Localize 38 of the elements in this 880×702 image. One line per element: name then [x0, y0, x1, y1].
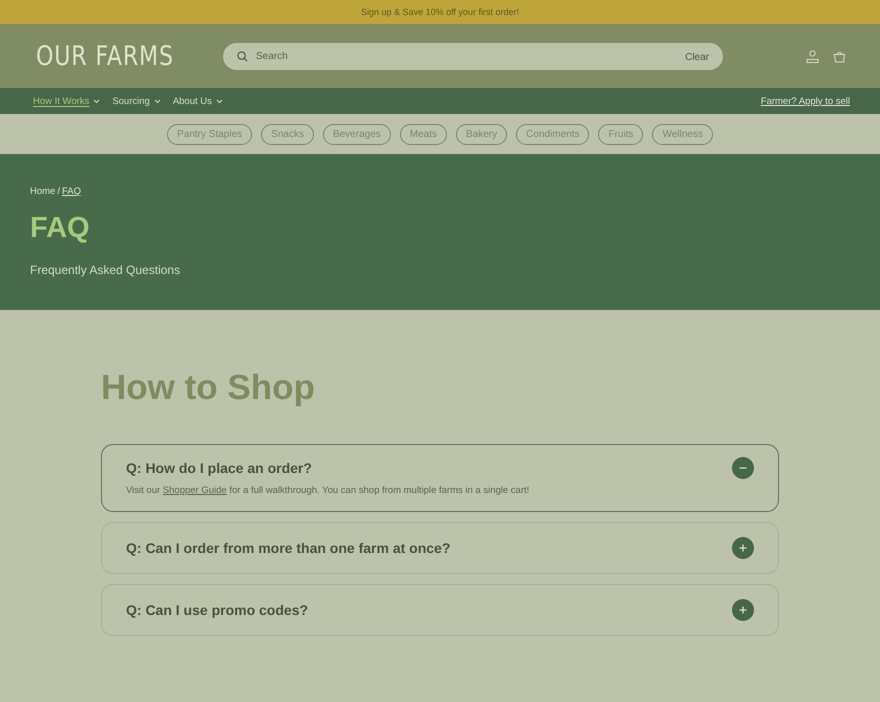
shopper-guide-link[interactable]: Shopper Guide [162, 485, 227, 496]
category-chip[interactable]: Bakery [456, 124, 508, 144]
farmer-apply-link[interactable]: Farmer? Apply to sell [760, 96, 850, 106]
page-title: FAQ [30, 212, 91, 245]
category-chip[interactable]: Wellness [652, 124, 713, 144]
expand-button[interactable] [732, 537, 754, 559]
category-chip[interactable]: Pantry Staples [167, 124, 252, 144]
category-chip[interactable]: Condiments [516, 124, 590, 144]
category-chip[interactable]: Beverages [322, 124, 391, 144]
expand-button[interactable] [732, 599, 754, 621]
faq-question[interactable]: Q: Can I order from more than one farm at once? [126, 540, 450, 556]
page-subtitle: Frequently Asked Questions [30, 263, 182, 277]
category-chip[interactable]: Meats [400, 124, 447, 144]
breadcrumb-current[interactable]: FAQ [62, 186, 81, 197]
faq-question[interactable]: Q: How do I place an order? [126, 460, 312, 476]
plus-icon [738, 605, 748, 615]
promo-banner-text: Sign up & Save 10% off your first order! [361, 7, 519, 17]
section-title: How to Shop [101, 368, 316, 408]
plus-icon [738, 543, 748, 553]
search-field[interactable]: Search Clear [223, 42, 723, 70]
chevron-down-icon [154, 98, 161, 104]
chevron-down-icon [216, 98, 223, 104]
logo[interactable]: OUR FARMS [36, 40, 190, 72]
category-chip[interactable]: Snacks [261, 124, 314, 144]
clear-button[interactable]: Clear [685, 52, 709, 63]
category-chip[interactable]: Fruits [598, 124, 644, 144]
breadcrumb-home[interactable]: Home [30, 186, 56, 197]
faq-answer: Visit our Shopper Guide for a full walkthrough. You can shop from multiple farms in a single cart! [126, 485, 530, 496]
search-icon [237, 50, 248, 62]
nav-menu-item[interactable]: Sourcing [112, 96, 161, 106]
nav-menu-item[interactable]: About Us [172, 96, 223, 106]
account-icon[interactable] [806, 50, 819, 62]
basket-icon[interactable] [833, 50, 846, 62]
breadcrumb-separator: / [57, 186, 60, 197]
collapse-button[interactable] [732, 457, 754, 479]
chevron-down-icon [93, 98, 100, 104]
nav-menu-item[interactable]: How It Works [33, 96, 100, 106]
faq-question[interactable]: Q: Can I use promo codes? [126, 602, 308, 618]
